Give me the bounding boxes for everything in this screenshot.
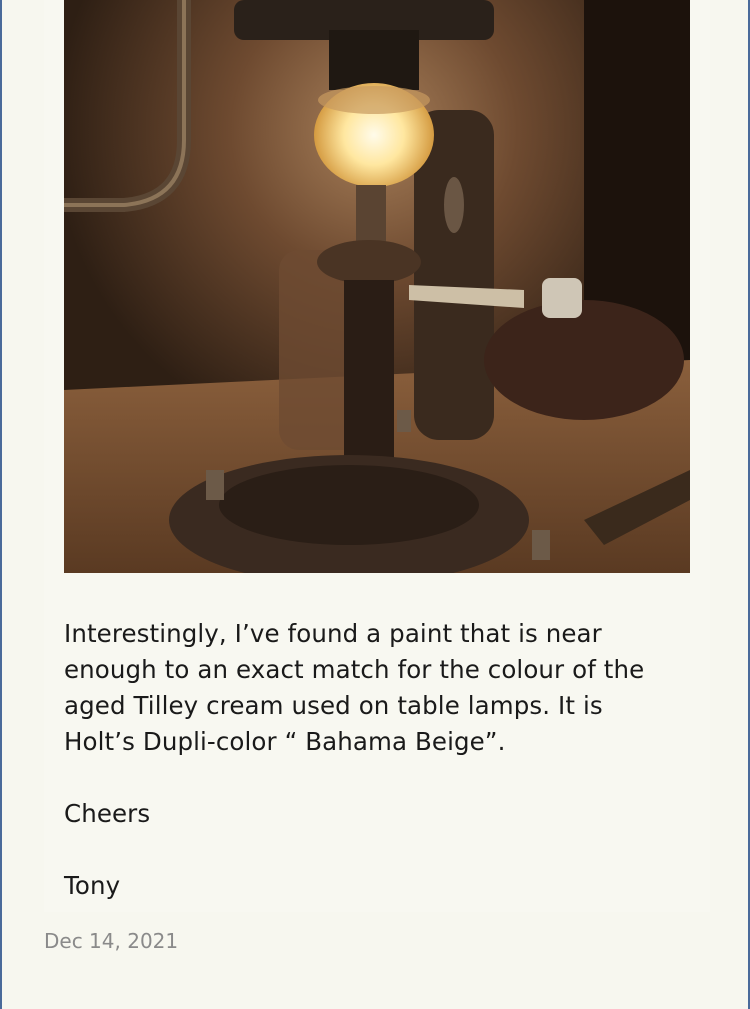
signoff-text: Cheers bbox=[64, 799, 151, 828]
post-paragraph: Interestingly, I’ve found a paint that i… bbox=[64, 616, 694, 760]
post-line: enough to an exact match for the colour … bbox=[64, 655, 645, 684]
lamp-photo-illustration bbox=[64, 0, 690, 573]
post-line: aged Tilley cream used on table lamps. I… bbox=[64, 691, 603, 720]
post-line: Holt’s Dupli-color “ Bahama Beige”. bbox=[64, 727, 506, 756]
post-date: Dec 14, 2021 bbox=[44, 929, 179, 953]
post-line: Interestingly, I’ve found a paint that i… bbox=[64, 619, 602, 648]
post-photo[interactable] bbox=[64, 0, 690, 573]
post-body: Interestingly, I’ve found a paint that i… bbox=[64, 616, 694, 904]
page-frame: Interestingly, I’ve found a paint that i… bbox=[0, 0, 750, 1009]
author-name: Tony bbox=[64, 871, 121, 900]
